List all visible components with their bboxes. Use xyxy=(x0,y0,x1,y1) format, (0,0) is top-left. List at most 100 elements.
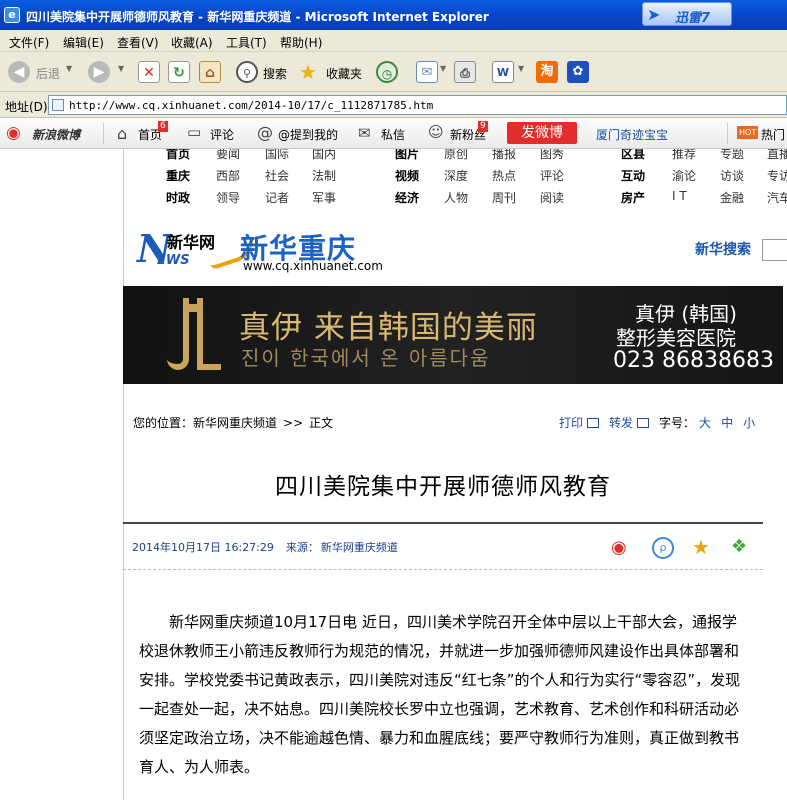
post-weibo-button[interactable]: 发微博 xyxy=(507,122,577,144)
edit-dropdown-icon[interactable]: ▼ xyxy=(518,64,524,73)
tencent-share-icon[interactable]: ρ xyxy=(652,537,674,559)
print-envelope-icon[interactable] xyxy=(587,418,600,428)
top-nav-link[interactable]: 要闻 xyxy=(216,149,240,162)
menu-tools[interactable]: 工具(T) xyxy=(226,34,267,51)
top-nav-link[interactable]: 推荐 xyxy=(672,149,696,162)
search-icon[interactable]: ⚲ xyxy=(236,61,258,83)
taobao-icon[interactable]: 淘 xyxy=(536,61,558,83)
message-envelope-icon[interactable]: ✉ xyxy=(358,124,371,142)
article-meta: 2014年10月17日 16:27:29 来源： 新华网重庆频道 xyxy=(132,539,410,555)
top-nav-link[interactable]: 播报 xyxy=(492,149,516,162)
menu-view[interactable]: 查看(V) xyxy=(117,34,159,51)
top-nav-link[interactable]: 领导 xyxy=(216,189,240,206)
top-nav-link[interactable]: 周刊 xyxy=(492,189,516,206)
top-nav-link[interactable]: 首页 xyxy=(166,149,190,162)
weibo-mention[interactable]: @提到我的 xyxy=(278,126,338,143)
favorite-star-icon[interactable]: ★ xyxy=(692,537,714,559)
top-nav-link[interactable]: 直播 xyxy=(767,149,787,162)
home-icon[interactable]: ⌂ xyxy=(199,61,221,83)
weibo-share-icon[interactable]: ◉ xyxy=(611,537,633,559)
mail-icon[interactable]: ✉ xyxy=(416,61,438,83)
top-nav-link[interactable]: 阅读 xyxy=(540,189,564,206)
top-nav-link[interactable]: 热点 xyxy=(492,167,516,184)
banner-korean: 진이 한국에서 온 아름다움 xyxy=(241,346,491,370)
print-link[interactable]: 打印 xyxy=(559,416,583,430)
font-size-medium[interactable]: 中 xyxy=(721,416,733,430)
window-title: 四川美院集中开展师德师风教育 - 新华网重庆频道 - Microsoft Int… xyxy=(26,10,489,24)
top-nav-link[interactable]: 汽车 xyxy=(767,189,787,206)
at-icon[interactable]: @ xyxy=(257,123,273,142)
weibo-logo-text[interactable]: 新浪微博 xyxy=(32,126,80,143)
top-nav-link[interactable]: 原创 xyxy=(444,149,468,162)
logo-news: EWS xyxy=(157,253,190,268)
jinyi-logo-icon xyxy=(167,298,231,370)
mail-dropdown-icon[interactable]: ▼ xyxy=(440,64,446,73)
forward-arrow-icon[interactable]: ▶ xyxy=(88,61,110,83)
hot-topic-link[interactable]: 厦门奇迹宝宝 xyxy=(596,126,668,143)
weibo-comment[interactable]: 评论 xyxy=(210,126,234,143)
top-nav-link[interactable]: 访谈 xyxy=(720,167,744,184)
forward-envelope-icon[interactable] xyxy=(637,418,650,428)
top-nav-link[interactable]: 图片 xyxy=(395,149,419,162)
menu-file[interactable]: 文件(F) xyxy=(9,34,49,51)
top-nav-link[interactable]: 视频 xyxy=(395,167,419,184)
top-nav-link[interactable]: 专访 xyxy=(767,167,787,184)
top-nav-link[interactable]: 社会 xyxy=(265,167,289,184)
top-nav-link[interactable]: 图秀 xyxy=(540,149,564,162)
back-label[interactable]: 后退 xyxy=(36,65,60,82)
stop-icon[interactable]: ✕ xyxy=(138,61,160,83)
menu-edit[interactable]: 编辑(E) xyxy=(63,34,104,51)
top-nav-link[interactable]: 金融 xyxy=(720,189,744,206)
history-icon[interactable]: ◷ xyxy=(376,61,398,83)
top-nav-link[interactable]: 法制 xyxy=(312,167,336,184)
top-nav-link[interactable]: 记者 xyxy=(265,189,289,206)
site-logo[interactable]: N 新华网 EWS 新华重庆 www.cq.xinhuanet.com xyxy=(137,225,387,274)
top-nav-link[interactable]: 区县 xyxy=(621,149,645,162)
top-nav-link[interactable]: 重庆 xyxy=(166,167,190,184)
top-nav-link[interactable]: 国内 xyxy=(312,149,336,162)
top-nav-link[interactable]: 深度 xyxy=(444,167,468,184)
top-nav-link[interactable]: 时政 xyxy=(166,189,190,206)
back-arrow-icon[interactable]: ◀ xyxy=(8,61,30,83)
home-icon[interactable]: ⌂ xyxy=(117,124,127,143)
banner-phone: 023 86838683 xyxy=(613,348,774,373)
top-nav-link[interactable]: 评论 xyxy=(540,167,564,184)
top-nav-link[interactable]: 西部 xyxy=(216,167,240,184)
menu-help[interactable]: 帮助(H) xyxy=(280,34,322,51)
forward-link[interactable]: 转发 xyxy=(609,416,633,430)
top-nav-link[interactable]: 专题 xyxy=(720,149,744,162)
comment-icon[interactable]: ▭ xyxy=(187,123,201,141)
font-size-small[interactable]: 小 xyxy=(743,416,755,430)
favorites-label[interactable]: 收藏夹 xyxy=(326,65,362,82)
hot-link[interactable]: 热门 xyxy=(761,126,785,143)
top-nav-link[interactable]: 经济 xyxy=(395,189,419,206)
top-nav-link[interactable]: 军事 xyxy=(312,189,336,206)
banner-headline: 真伊 来自韩国的美丽 xyxy=(239,310,538,346)
article-source[interactable]: 新华网重庆频道 xyxy=(321,541,398,554)
breadcrumb-site[interactable]: 新华网重庆频道 xyxy=(193,416,277,430)
top-nav-link[interactable]: 人物 xyxy=(444,189,468,206)
favorites-star-icon[interactable]: ★ xyxy=(299,60,317,84)
top-nav-link[interactable]: 互动 xyxy=(621,167,645,184)
refresh-icon[interactable]: ↻ xyxy=(168,61,190,83)
search-input[interactable] xyxy=(762,239,787,261)
person-icon[interactable]: ☺ xyxy=(428,123,444,141)
weibo-message[interactable]: 私信 xyxy=(381,126,405,143)
print-icon[interactable]: ⎙ xyxy=(454,61,476,83)
baidu-paw-icon[interactable]: ✿ xyxy=(567,61,589,83)
thunder-button[interactable]: ➤ 迅雷7 xyxy=(642,2,732,26)
top-nav-link[interactable]: 渝论 xyxy=(672,167,696,184)
font-size-large[interactable]: 大 xyxy=(699,416,711,430)
edit-word-icon[interactable]: W xyxy=(492,61,514,83)
address-input[interactable]: http://www.cq.xinhuanet.com/2014-10/17/c… xyxy=(48,95,787,115)
ad-banner[interactable]: 真伊 来自韩国的美丽 진이 한국에서 온 아름다움 真伊 (韩国) 整形美容医院… xyxy=(123,286,783,384)
search-label[interactable]: 搜索 xyxy=(263,65,287,82)
top-nav-link[interactable]: 房产 xyxy=(621,189,645,206)
address-url[interactable]: http://www.cq.xinhuanet.com/2014-10/17/c… xyxy=(69,99,433,112)
top-nav-link[interactable]: 国际 xyxy=(265,149,289,162)
menu-favorites[interactable]: 收藏(A) xyxy=(171,34,213,51)
wechat-share-icon[interactable]: ❖ xyxy=(731,537,753,559)
back-dropdown-icon[interactable]: ▼ xyxy=(66,64,72,73)
forward-dropdown-icon[interactable]: ▼ xyxy=(118,64,124,73)
top-nav-link[interactable]: I T xyxy=(672,189,687,203)
